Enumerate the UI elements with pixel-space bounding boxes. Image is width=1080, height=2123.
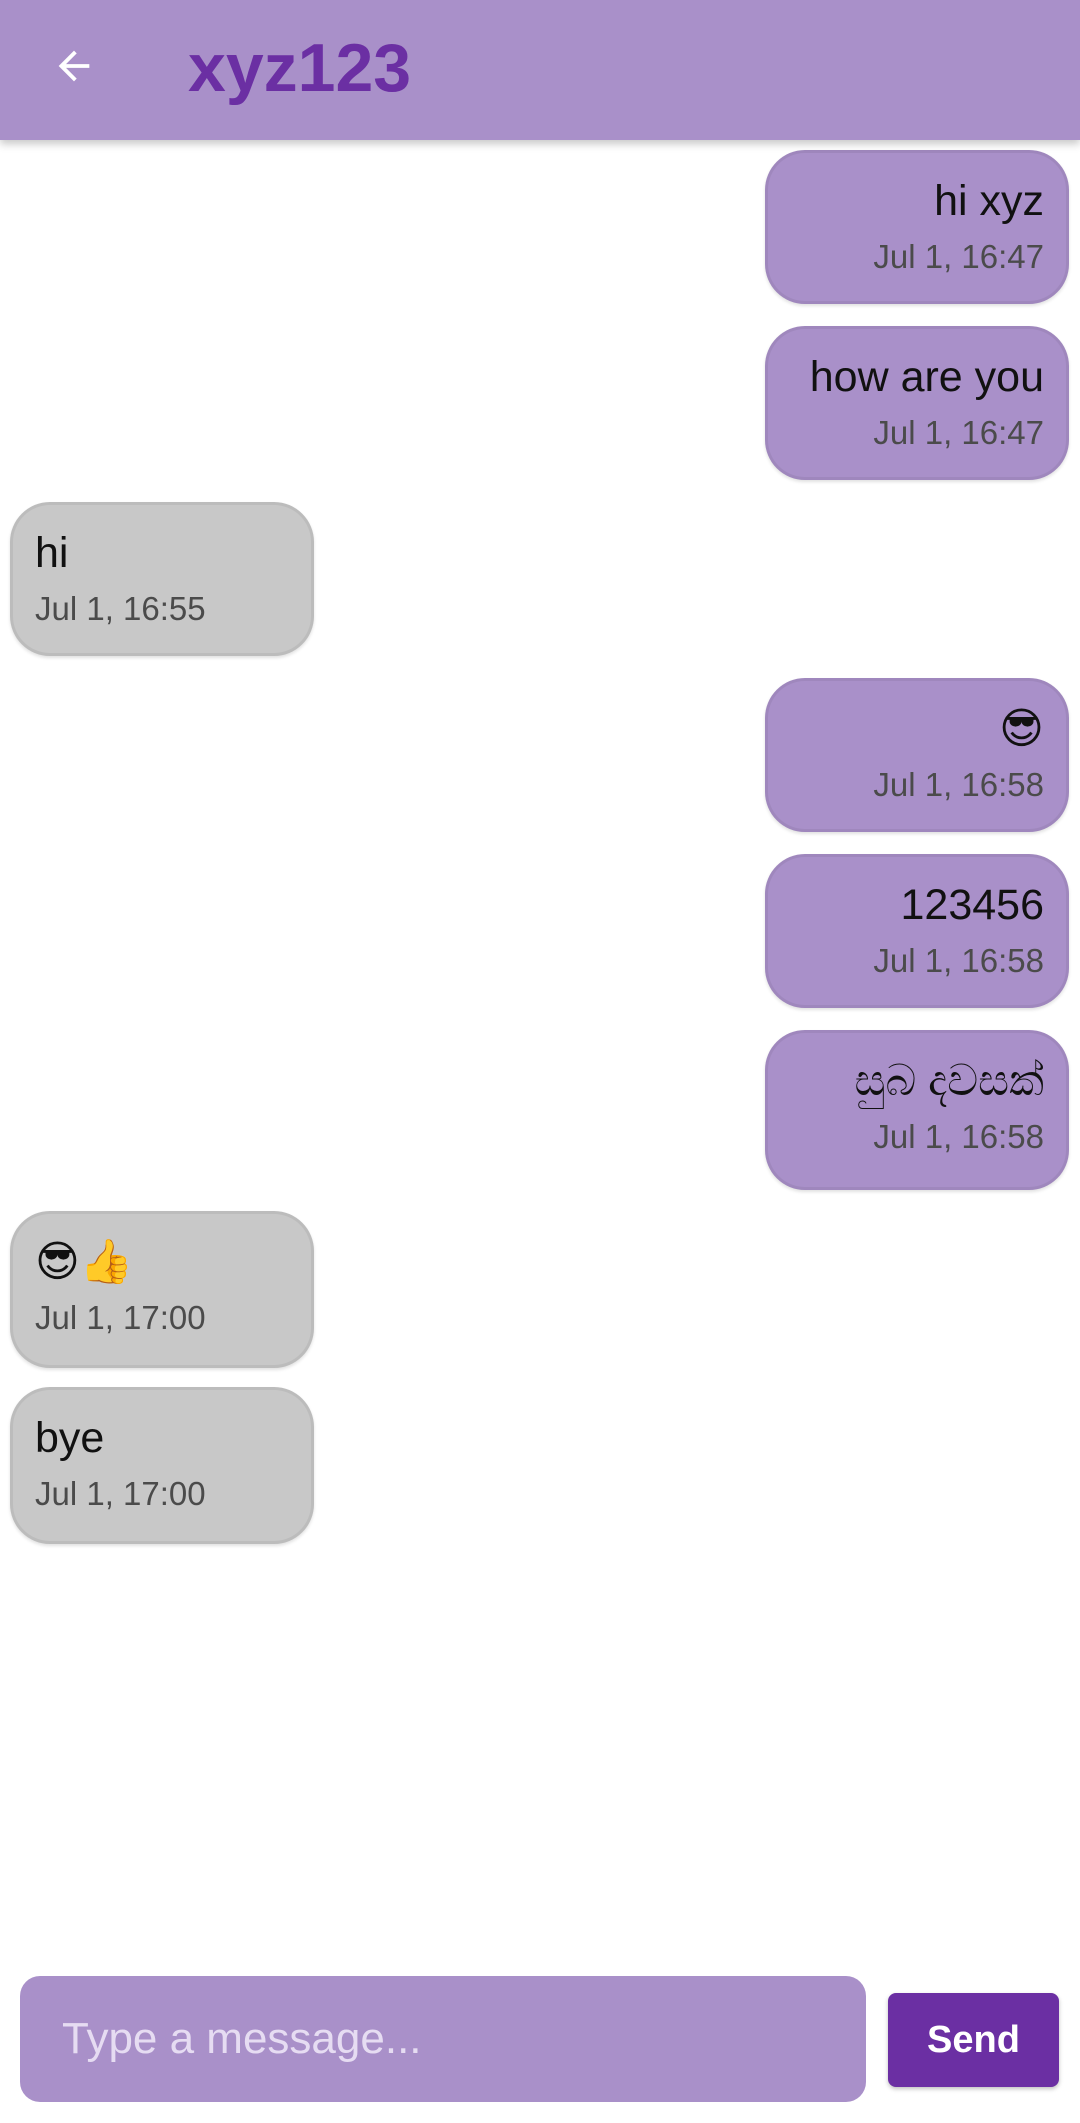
message-timestamp: Jul 1, 16:55 (35, 590, 206, 627)
message-bubble-outgoing[interactable]: 123456 Jul 1, 16:58 (765, 854, 1069, 1008)
message-timestamp: Jul 1, 17:00 (35, 1299, 206, 1336)
message-timestamp: Jul 1, 16:47 (873, 414, 1044, 451)
message-timestamp: Jul 1, 16:58 (873, 1118, 1044, 1155)
message-bubble-outgoing[interactable]: hi xyz Jul 1, 16:47 (765, 150, 1069, 304)
message-bubble-outgoing[interactable]: 😎 Jul 1, 16:58 (765, 678, 1069, 832)
message-bubble-incoming[interactable]: 😎👍 Jul 1, 17:00 (10, 1211, 314, 1368)
message-text: 123456 (900, 881, 1045, 929)
message-input[interactable] (62, 2014, 866, 2064)
message-bubble-outgoing[interactable]: සුබ දවසක් Jul 1, 16:58 (765, 1030, 1069, 1190)
app-bar: xyz123 (0, 0, 1080, 140)
message-text: 😎👍 (35, 1238, 134, 1286)
chat-screen: xyz123 hi xyz Jul 1, 16:47 how are you J… (0, 0, 1080, 2123)
message-bubble-incoming[interactable]: hi Jul 1, 16:55 (10, 502, 314, 656)
message-input-container (20, 1976, 866, 2102)
arrow-left-icon (58, 50, 90, 82)
message-timestamp: Jul 1, 17:00 (35, 1475, 206, 1512)
message-text: hi (35, 529, 69, 577)
message-text: 😎 (999, 705, 1044, 753)
message-text: සුබ දවසක් (854, 1057, 1044, 1105)
message-text: bye (35, 1414, 105, 1462)
chat-title: xyz123 (188, 30, 412, 106)
message-bubble-incoming[interactable]: bye Jul 1, 17:00 (10, 1387, 314, 1544)
back-button[interactable] (44, 36, 104, 96)
message-bubble-outgoing[interactable]: how are you Jul 1, 16:47 (765, 326, 1069, 480)
send-button[interactable]: Send (888, 1993, 1059, 2087)
message-text: how are you (809, 353, 1044, 401)
message-text: hi xyz (934, 177, 1044, 225)
message-timestamp: Jul 1, 16:58 (873, 942, 1044, 979)
message-timestamp: Jul 1, 16:47 (873, 238, 1044, 275)
message-timestamp: Jul 1, 16:58 (873, 766, 1044, 803)
